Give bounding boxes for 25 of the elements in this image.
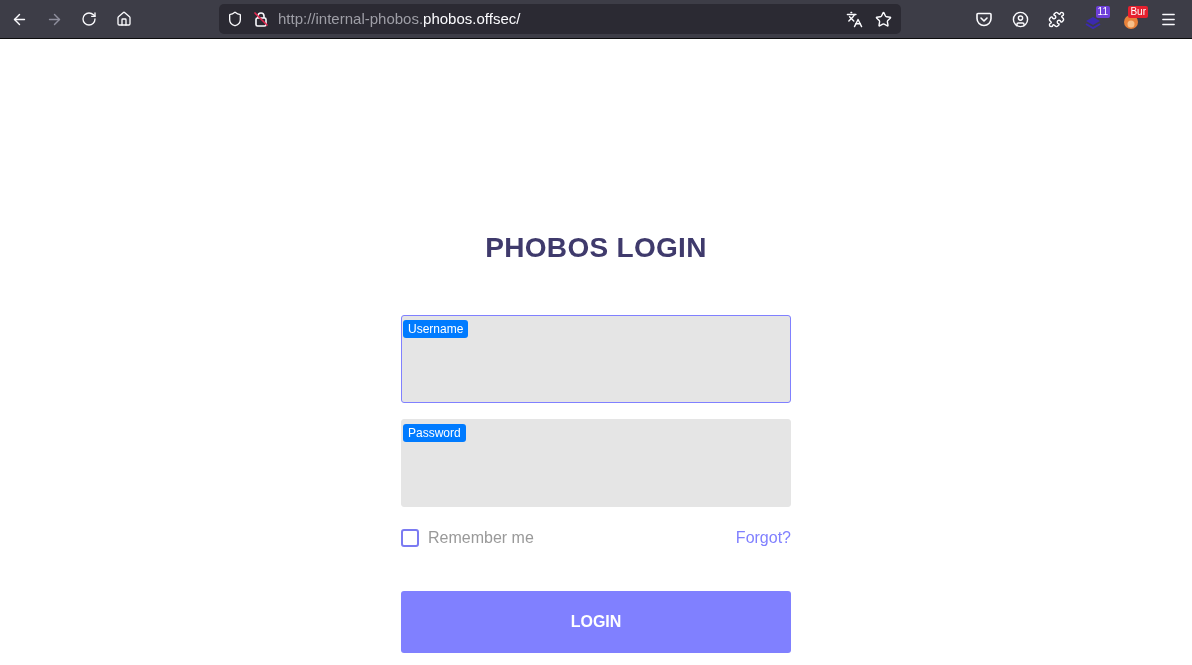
- puzzle-icon: [1047, 10, 1065, 28]
- stacked-layers-icon: [1085, 16, 1101, 30]
- input-field[interactable]: Password: [401, 419, 791, 507]
- star-icon: [874, 10, 892, 28]
- field-label: Username: [403, 320, 469, 338]
- home-icon: [116, 11, 132, 27]
- remember-checkbox[interactable]: [401, 529, 419, 547]
- extension-button[interactable]: Bur: [1116, 5, 1146, 33]
- shield-icon: [227, 11, 243, 27]
- input-field[interactable]: Username: [401, 315, 791, 403]
- extension-badge: Bur: [1128, 6, 1148, 18]
- reload-icon: [81, 11, 97, 27]
- insecure-lock-icon: [253, 11, 269, 27]
- field-label: Password: [403, 424, 466, 442]
- remember-label: Remember me: [428, 528, 534, 548]
- login-title: PHOBOS LOGIN: [485, 231, 707, 264]
- url-text: http://internal-phobos.phobos.offsec/: [278, 8, 521, 29]
- extension-badge: 11: [1095, 6, 1110, 18]
- forgot-link[interactable]: Forgot?: [735, 526, 791, 550]
- account-icon: [1011, 10, 1029, 28]
- login-button[interactable]: LOGIN: [401, 591, 791, 653]
- extension-button[interactable]: 11: [1078, 5, 1108, 33]
- pocket-icon: [976, 11, 992, 27]
- translate-icon: [845, 10, 863, 28]
- address-bar[interactable]: http://internal-phobos.phobos.offsec/: [219, 4, 901, 34]
